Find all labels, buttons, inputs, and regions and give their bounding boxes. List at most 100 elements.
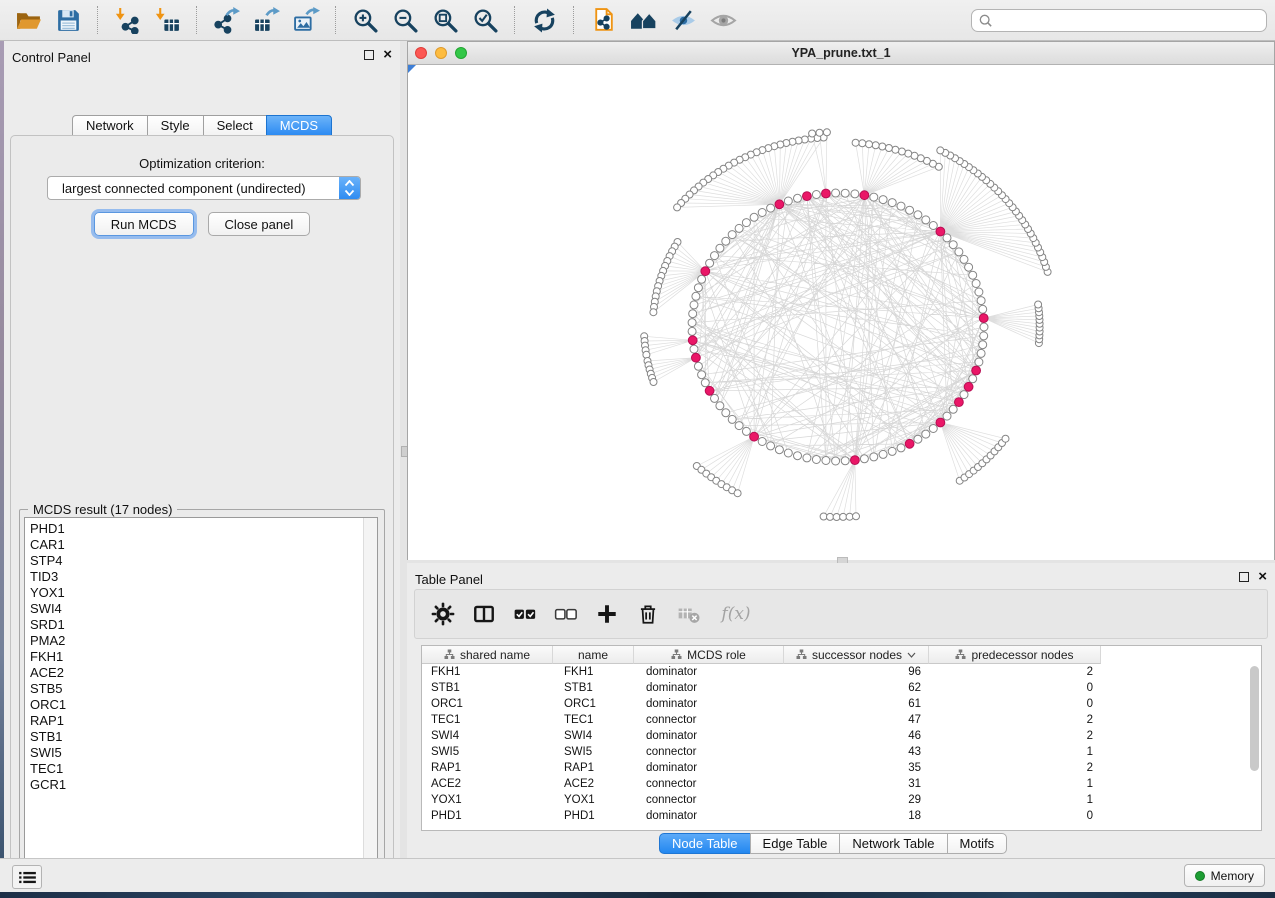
control-panel: Control Panel × Network Style Select MCD…: [4, 41, 400, 858]
table-scrollbar[interactable]: [1249, 666, 1260, 826]
column-header-successor-nodes[interactable]: successor nodes: [784, 646, 929, 664]
tab-motifs[interactable]: Motifs: [947, 833, 1008, 854]
table-cell: connector: [634, 744, 784, 760]
table-row[interactable]: SWI5SWI5connector431: [422, 744, 1261, 760]
task-history-button[interactable]: [12, 865, 42, 889]
refresh-view-button[interactable]: [524, 3, 564, 37]
table-row[interactable]: ORC1ORC1dominator610: [422, 696, 1261, 712]
table-cell: 2: [929, 664, 1101, 680]
add-column-button[interactable]: [595, 602, 619, 626]
mcds-result-item[interactable]: GCR1: [25, 777, 363, 793]
table-row[interactable]: RAP1RAP1dominator352: [422, 760, 1261, 776]
status-bar: Memory: [0, 858, 1275, 892]
delete-table-button[interactable]: [677, 602, 701, 626]
mcds-result-item[interactable]: RAP1: [25, 713, 363, 729]
mcds-result-item[interactable]: SWI5: [25, 745, 363, 761]
save-session-button[interactable]: [48, 3, 88, 37]
mcds-result-item[interactable]: YOX1: [25, 585, 363, 601]
table-cell: connector: [634, 792, 784, 808]
hide-selected-button[interactable]: [663, 3, 703, 37]
select-all-button[interactable]: [513, 602, 537, 626]
tab-network[interactable]: Network: [72, 115, 147, 136]
mcds-result-item[interactable]: ORC1: [25, 697, 363, 713]
tab-edge-table[interactable]: Edge Table: [750, 833, 840, 854]
table-cell: 1: [929, 792, 1101, 808]
tab-mcds[interactable]: MCDS: [266, 115, 332, 136]
export-table-button[interactable]: [246, 3, 286, 37]
mcds-result-item[interactable]: PHD1: [25, 521, 363, 537]
mcds-result-item[interactable]: STB5: [25, 681, 363, 697]
table-row[interactable]: FKH1FKH1dominator962: [422, 664, 1261, 680]
network-window-titlebar[interactable]: YPA_prune.txt_1: [408, 42, 1274, 65]
table-cell: ACE2: [422, 776, 553, 792]
table-row[interactable]: YOX1YOX1connector291: [422, 792, 1261, 808]
first-neighbors-button[interactable]: [623, 3, 663, 37]
export-network-button[interactable]: [206, 3, 246, 37]
function-builder-button[interactable]: f(x): [718, 602, 754, 626]
delete-table-icon: [677, 602, 701, 626]
show-columns-button[interactable]: [472, 602, 496, 626]
mcds-result-item[interactable]: SWI4: [25, 601, 363, 617]
share-document-button[interactable]: [583, 3, 623, 37]
float-panel-icon[interactable]: [1239, 572, 1249, 582]
delete-column-button[interactable]: [636, 602, 660, 626]
column-header-mcds-role[interactable]: MCDS role: [634, 646, 784, 664]
zoom-out-button[interactable]: [385, 3, 425, 37]
tab-network-table[interactable]: Network Table: [839, 833, 946, 854]
open-file-button[interactable]: [8, 3, 48, 37]
table-cell: ACE2: [553, 776, 634, 792]
mcds-result-item[interactable]: FKH1: [25, 649, 363, 665]
network-graph[interactable]: [408, 65, 1274, 560]
tab-style[interactable]: Style: [147, 115, 203, 136]
close-panel-icon[interactable]: ×: [383, 50, 392, 60]
mcds-result-item[interactable]: STB1: [25, 729, 363, 745]
zoom-fit-button[interactable]: [425, 3, 465, 37]
mcds-result-item[interactable]: SRD1: [25, 617, 363, 633]
table-cell: 96: [784, 664, 929, 680]
mcds-result-item[interactable]: CAR1: [25, 537, 363, 553]
vertical-splitter[interactable]: [400, 41, 407, 858]
memory-button[interactable]: Memory: [1184, 864, 1265, 887]
table-options-button[interactable]: [431, 602, 455, 626]
table-row[interactable]: PHD1PHD1dominator180: [422, 808, 1261, 824]
import-network-button[interactable]: [107, 3, 147, 37]
show-all-button[interactable]: [703, 3, 743, 37]
close-panel-button[interactable]: Close panel: [208, 212, 311, 236]
table-cell: dominator: [634, 664, 784, 680]
mcds-result-item[interactable]: STP4: [25, 553, 363, 569]
column-header-shared-name[interactable]: shared name: [422, 646, 553, 664]
run-mcds-button[interactable]: Run MCDS: [94, 212, 194, 236]
column-header-predecessor-nodes[interactable]: predecessor nodes: [929, 646, 1101, 664]
tab-node-table[interactable]: Node Table: [659, 833, 750, 854]
import-table-button[interactable]: [147, 3, 187, 37]
table-cell: 46: [784, 728, 929, 744]
network-view[interactable]: [408, 65, 1274, 560]
table-row[interactable]: SWI4SWI4dominator462: [422, 728, 1261, 744]
table-row[interactable]: TEC1TEC1connector472: [422, 712, 1261, 728]
mcds-result-item[interactable]: ACE2: [25, 665, 363, 681]
mcds-result-item[interactable]: TEC1: [25, 761, 363, 777]
column-label: shared name: [460, 648, 530, 662]
export-image-button[interactable]: [286, 3, 326, 37]
table-panel-header: Table Panel ×: [407, 563, 1275, 587]
mcds-result-item[interactable]: PMA2: [25, 633, 363, 649]
eye-slash-icon: [670, 7, 697, 34]
optimization-select[interactable]: largest connected component (undirected): [47, 176, 361, 200]
table-row[interactable]: STB1STB1dominator620: [422, 680, 1261, 696]
zoom-selected-icon: [472, 7, 499, 34]
zoom-selected-button[interactable]: [465, 3, 505, 37]
tab-select[interactable]: Select: [203, 115, 266, 136]
float-panel-icon[interactable]: [364, 50, 374, 60]
close-panel-icon[interactable]: ×: [1258, 572, 1267, 582]
table-row[interactable]: ACE2ACE2connector311: [422, 776, 1261, 792]
mcds-list-scrollbar[interactable]: [363, 518, 377, 874]
deselect-all-button[interactable]: [554, 602, 578, 626]
table-scrollbar-thumb[interactable]: [1250, 666, 1259, 771]
toolbar-separator: [335, 6, 336, 34]
column-header-name[interactable]: name: [553, 646, 634, 664]
table-cell: 35: [784, 760, 929, 776]
zoom-in-button[interactable]: [345, 3, 385, 37]
search-input[interactable]: [997, 12, 1260, 28]
mcds-result-item[interactable]: TID3: [25, 569, 363, 585]
table-cell: FKH1: [422, 664, 553, 680]
